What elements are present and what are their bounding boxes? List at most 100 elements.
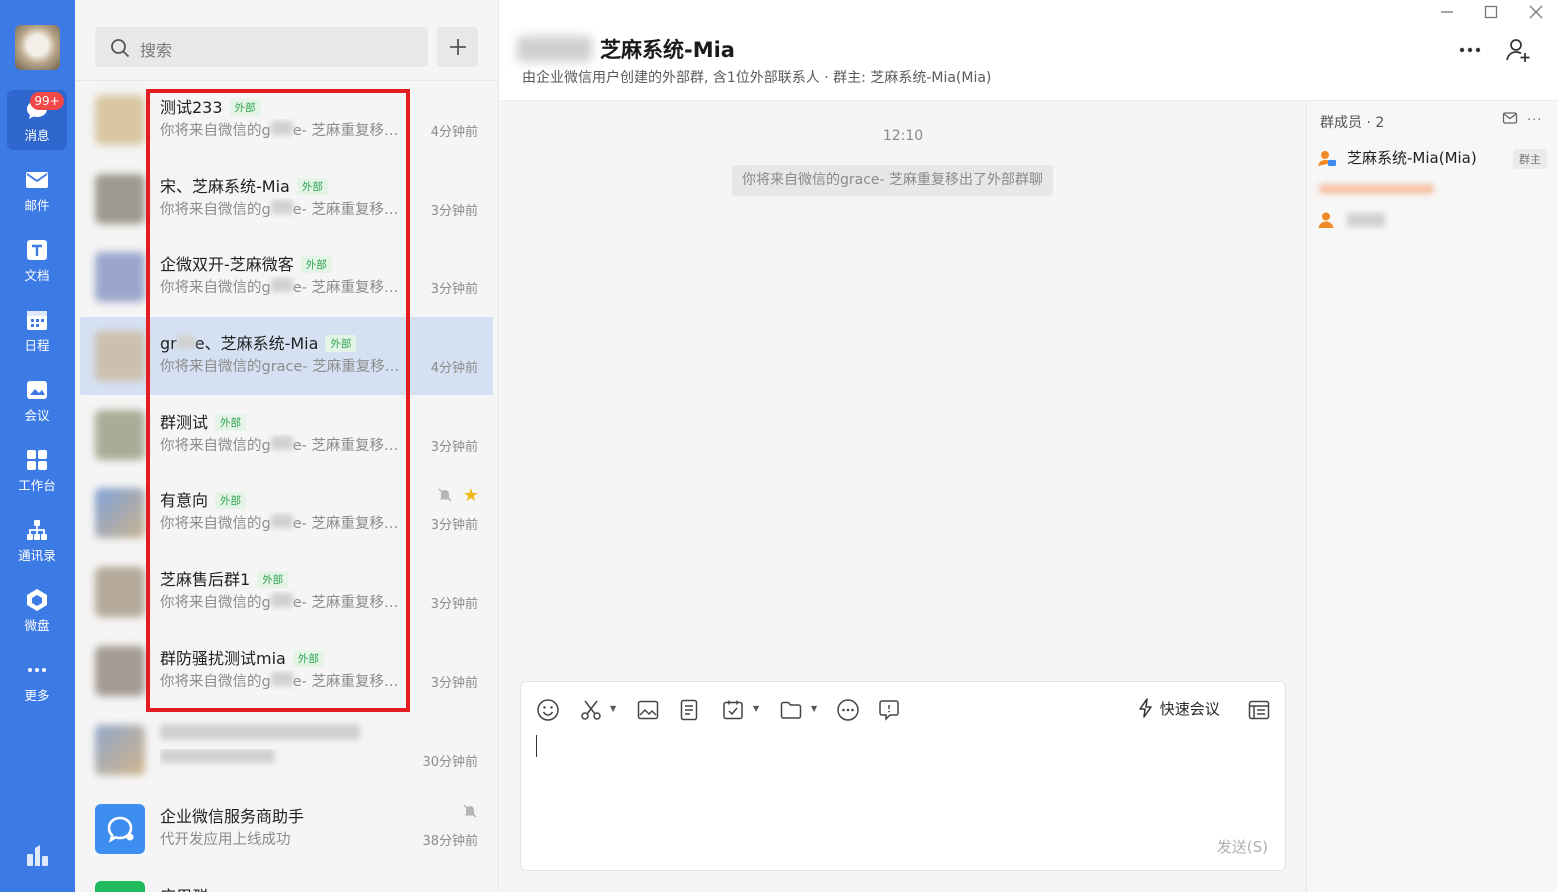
conversation-time: 3分钟前 <box>430 282 478 297</box>
nav-more[interactable]: 更多 <box>7 650 67 710</box>
unread-badge: 99+ <box>30 92 64 110</box>
external-tag: 外部 <box>215 492 247 509</box>
external-tag: 外部 <box>215 414 247 431</box>
owner-icon <box>1318 151 1336 166</box>
add-button[interactable] <box>437 27 478 67</box>
conversation-item[interactable]: 企业微信服务商助手 代开发应用上线成功 38分钟前 <box>80 790 493 868</box>
conversation-preview: 你将来自微信的ge- 芝麻重复移出了外部群聊 <box>160 514 405 532</box>
maximize-icon[interactable] <box>1484 4 1498 23</box>
conversation-item[interactable]: 群防骚扰测试mia外部 你将来自微信的ge- 芝麻重复移出了外部群聊 3分钟前 <box>80 632 493 710</box>
member-count-title: 群成员 · 2 <box>1320 115 1385 131</box>
search-input[interactable]: 搜索 <box>140 37 172 61</box>
window-layout-icon[interactable] <box>1247 698 1271 722</box>
folder-icon[interactable] <box>779 698 803 722</box>
conversation-preview: 代开发应用上线成功 <box>160 832 291 848</box>
nav-mail[interactable]: 邮件 <box>7 160 67 220</box>
conversation-avatar <box>95 488 145 538</box>
minimize-icon[interactable] <box>1440 4 1454 23</box>
member-row-blurred[interactable] <box>1317 179 1547 205</box>
conversation-avatar <box>95 646 145 696</box>
message-timestamp: 12:10 <box>882 128 924 144</box>
member-name-blurred <box>1347 213 1385 231</box>
conversation-avatar <box>95 410 145 460</box>
nav-calendar-label: 日程 <box>24 338 50 353</box>
nav-calendar[interactable]: 日程 <box>7 300 67 360</box>
contacts-icon <box>27 520 47 540</box>
member-row[interactable] <box>1317 207 1547 233</box>
service-helper-avatar <box>95 804 145 854</box>
conversation-item[interactable]: 有意向外部 你将来自微信的ge- 芝麻重复移出了外部群聊 3分钟前 ★ <box>80 474 493 552</box>
owner-tag: 群主 <box>1513 149 1547 169</box>
member-name-blurred <box>1319 184 1434 194</box>
conversation-time: 3分钟前 <box>430 440 478 455</box>
document-icon[interactable] <box>677 698 701 722</box>
conversation-name: 企微双开-芝麻微客 外部 <box>160 251 332 275</box>
user-icon <box>1318 212 1334 228</box>
message-composer[interactable]: ▼ ▼ ▼ 快速会议 发送(S) <box>520 681 1286 871</box>
conversation-preview: 你将来自微信的ge- 芝麻重复移出了外部群聊 <box>160 200 405 218</box>
nav-workbench-label: 工作台 <box>18 478 56 493</box>
meeting-icon <box>27 381 47 399</box>
emoji-icon[interactable] <box>536 698 560 722</box>
nav-contacts[interactable]: 通讯录 <box>7 510 67 570</box>
conversation-time: 3分钟前 <box>430 204 478 219</box>
message-area: 12:10 你将来自微信的grace- 芝麻重复移出了外部群聊 ▼ ▼ ▼ 快速… <box>500 101 1306 892</box>
conversation-item[interactable]: 应用群 <box>80 869 493 892</box>
external-tag: 外部 <box>296 178 328 195</box>
nav-drive[interactable]: 微盘 <box>7 580 67 640</box>
nav-meeting-label: 会议 <box>24 408 50 423</box>
screenshot-icon[interactable] <box>579 698 603 722</box>
chevron-down-icon[interactable]: ▼ <box>811 704 817 713</box>
nav-contacts-label: 通讯录 <box>18 548 56 563</box>
add-member-icon[interactable] <box>1504 36 1532 64</box>
conversation-time: 4分钟前 <box>430 125 478 140</box>
conversation-item[interactable]: 群测试外部 你将来自微信的ge- 芝麻重复移出了外部群聊 3分钟前 <box>80 396 493 474</box>
conversation-item[interactable]: 宋、芝麻系统-Mia外部 你将来自微信的ge- 芝麻重复移出了外部群聊 3分钟前 <box>80 160 493 238</box>
star-icon: ★ <box>462 485 479 506</box>
more-tools-icon[interactable] <box>836 698 860 722</box>
system-message: 你将来自微信的grace- 芝麻重复移出了外部群聊 <box>732 165 1054 196</box>
member-more-icon[interactable]: ··· <box>1527 113 1542 128</box>
external-tag: 外部 <box>257 571 289 588</box>
conversation-preview: 你将来自微信的ge- 芝麻重复移出了外部群聊 <box>160 436 405 454</box>
nav-docs[interactable]: 文档 <box>7 230 67 290</box>
conversation-item[interactable]: 企微双开-芝麻微客外部 你将来自微信的ge- 芝麻重复移出了外部群聊 3分钟前 <box>80 238 493 316</box>
member-row-owner[interactable]: 芝麻系统-Mia(Mia) 群主 <box>1317 145 1547 171</box>
nav-more-label: 更多 <box>24 688 50 703</box>
close-icon[interactable] <box>1529 4 1543 23</box>
conversation-item-selected[interactable]: gre、芝麻系统-Mia外部 你将来自微信的grace- 芝麻重复移出了外部群聊… <box>80 317 493 395</box>
conversation-time: 3分钟前 <box>430 597 478 612</box>
send-button[interactable]: 发送(S) <box>1217 836 1268 857</box>
schedule-icon[interactable] <box>721 698 745 722</box>
stats-icon[interactable] <box>25 842 51 868</box>
conversation-avatar <box>95 567 145 617</box>
mail-icon[interactable] <box>1502 110 1518 126</box>
message-bubble-icon[interactable] <box>877 698 901 722</box>
app-group-avatar <box>95 881 145 892</box>
chevron-down-icon[interactable]: ▼ <box>610 704 616 713</box>
chat-title-prefix-blurred <box>517 36 592 62</box>
nav-docs-label: 文档 <box>24 268 50 283</box>
conversation-avatar <box>95 725 145 775</box>
workbench-icon <box>27 450 47 470</box>
more-options-icon[interactable] <box>1457 37 1483 63</box>
conversation-name: gr e、芝麻系统-Mia 外部 <box>160 330 357 354</box>
image-icon[interactable] <box>636 698 660 722</box>
conversation-name: 有意向 外部 <box>160 487 247 511</box>
external-tag: 外部 <box>292 650 324 667</box>
search-box[interactable]: 搜索 <box>95 27 428 67</box>
chat-title: 芝麻系统-Mia <box>600 38 735 62</box>
user-avatar[interactable] <box>15 25 60 70</box>
conversation-name: 芝麻售后群1 外部 <box>160 566 289 590</box>
conversation-item[interactable]: 测试233外部 你将来自微信的ge- 芝麻重复移出了外部群聊 4分钟前 <box>80 81 493 159</box>
chevron-down-icon[interactable]: ▼ <box>753 704 759 713</box>
nav-meeting[interactable]: 会议 <box>7 370 67 430</box>
conversation-time: 3分钟前 <box>430 518 478 533</box>
nav-workbench[interactable]: 工作台 <box>7 440 67 500</box>
conversation-item[interactable]: 30分钟前 <box>80 711 493 789</box>
conversation-time: 38分钟前 <box>422 834 478 849</box>
conversation-name: 测试233 外部 <box>160 94 261 118</box>
nav-messages[interactable]: 消息 99+ <box>7 90 67 150</box>
conversation-item[interactable]: 芝麻售后群1外部 你将来自微信的ge- 芝麻重复移出了外部群聊 3分钟前 <box>80 553 493 631</box>
quick-meeting-button[interactable]: 快速会议 <box>1137 698 1220 719</box>
